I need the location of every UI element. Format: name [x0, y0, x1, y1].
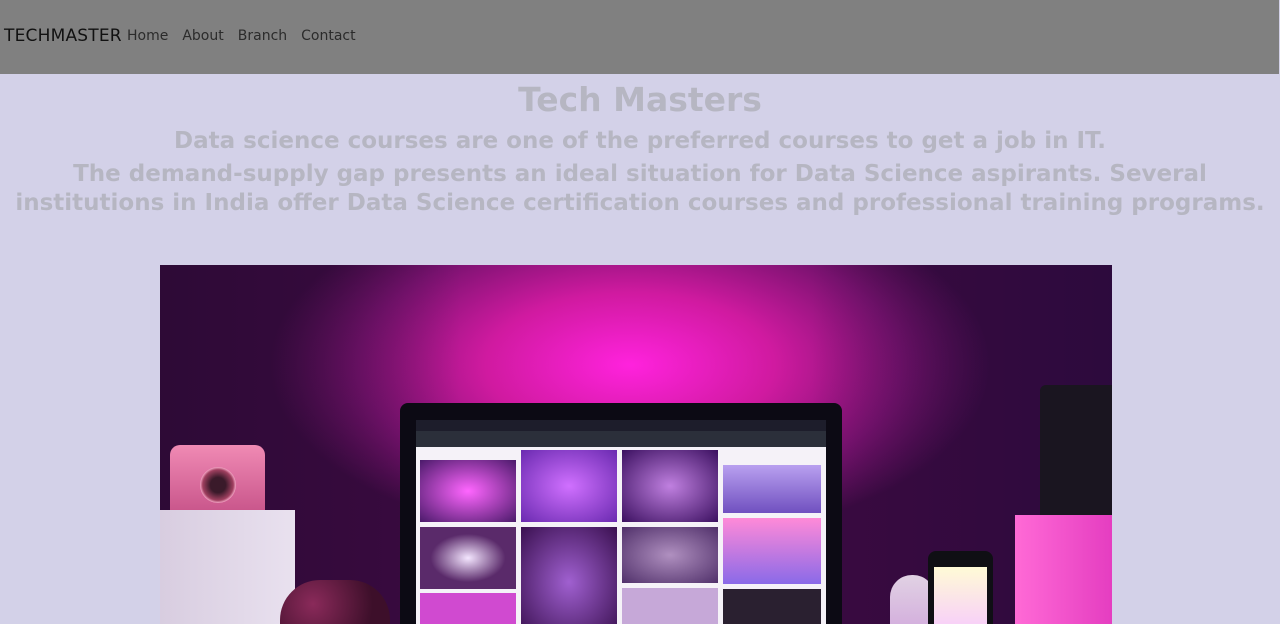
screen-tile: [420, 460, 516, 522]
screen-tile: [723, 465, 821, 513]
speaker-icon: [1040, 385, 1112, 525]
instant-camera-icon: [170, 445, 265, 520]
screen-tile: [622, 588, 718, 624]
nav-link-branch[interactable]: Branch: [238, 28, 287, 44]
pink-box: [1015, 515, 1112, 624]
screen-menubar: [416, 420, 826, 431]
screen-tile: [420, 527, 516, 589]
screen-tile: [723, 589, 821, 624]
screen-tile: [521, 450, 617, 522]
screen-tile: [622, 527, 718, 583]
hero-image: [160, 265, 1112, 624]
nav-links: Home About Branch Contact: [127, 28, 356, 44]
nav-link-contact[interactable]: Contact: [301, 28, 355, 44]
screen-tile: [723, 518, 821, 584]
hero-subtitle: Data science courses are one of the pref…: [174, 128, 1106, 154]
nav-link-home[interactable]: Home: [127, 28, 168, 44]
navbar: TECHMASTER Home About Branch Contact: [0, 0, 1280, 74]
screen-tile: [521, 527, 617, 624]
screen-toolbar: [416, 431, 826, 447]
phone-screen: [934, 567, 987, 624]
brand-logo[interactable]: TECHMASTER: [4, 26, 122, 46]
smartphone-icon: [928, 551, 993, 624]
page-title: Tech Masters: [518, 80, 762, 119]
monitor: [400, 403, 842, 624]
monitor-screen: [416, 420, 826, 624]
hero-section: Tech Masters Data science courses are on…: [0, 80, 1280, 218]
nav-link-about[interactable]: About: [182, 28, 223, 44]
camera-lens: [200, 467, 236, 503]
hero-description: The demand-supply gap presents an ideal …: [15, 161, 1265, 216]
white-box: [160, 510, 295, 624]
screen-tile: [622, 450, 718, 522]
screen-tile: [420, 593, 516, 624]
